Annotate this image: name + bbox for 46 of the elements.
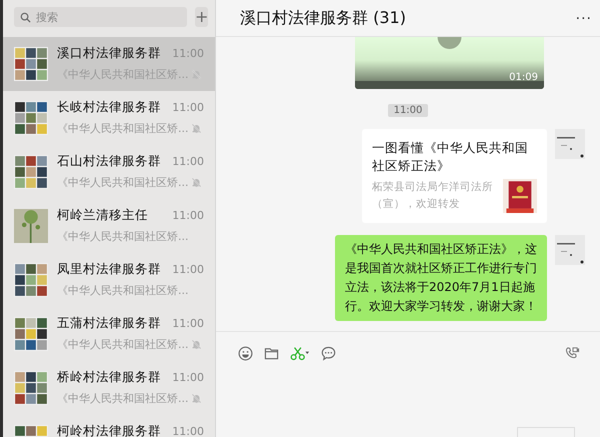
- search-bar[interactable]: 搜索: [14, 7, 187, 27]
- video-duration: 01:09: [509, 72, 538, 83]
- message-preview: 《中华人民共和国社区矫...: [57, 175, 188, 190]
- chat-list-item[interactable]: 石山村法律服务群 11:00 《中华人民共和国社区矫...: [3, 145, 215, 199]
- message-preview: 《中华人民共和国社区矫...: [57, 229, 188, 244]
- chat-time: 11:00: [172, 317, 204, 330]
- search-field[interactable]: 搜索: [36, 8, 181, 26]
- chat-name: 长岐村法律服务群: [57, 99, 161, 116]
- chat-time: 11:00: [172, 155, 204, 168]
- chat-list-item[interactable]: 柯岭兰清移主任 11:00 《中华人民共和国社区矫...: [3, 199, 215, 253]
- chat-time: 11:00: [172, 47, 204, 60]
- folder-icon[interactable]: [264, 346, 279, 360]
- message-preview: 《中华人民共和国社区矫...: [57, 337, 188, 352]
- chat-name: 溪口村法律服务群: [57, 45, 161, 62]
- chat-name: 石山村法律服务群: [57, 153, 161, 170]
- chat-time: 11:00: [172, 209, 204, 222]
- chat-title: 溪口村法律服务群 (31): [240, 8, 406, 28]
- emoji-icon[interactable]: [238, 346, 253, 360]
- timestamp: 11:00: [388, 104, 428, 117]
- add-button[interactable]: +: [195, 7, 208, 27]
- chat-time: 11:00: [172, 263, 204, 276]
- message-bubble: 《中华人民共和国社区矫正法》，这是我国首次就社区矫正工作进行专门立法，该法将于2020年7月1日起施行。欢迎大家学习转发，谢谢大家！: [335, 235, 547, 321]
- search-icon[interactable]: [20, 12, 31, 22]
- chat-list-item[interactable]: 凤里村法律服务群 11:00 《中华人民共和国社区矫...: [3, 253, 215, 307]
- link-title: 一图看懂《中华人民共和国社区矫正法》: [372, 139, 529, 175]
- message-preview: 《中华人民共和国社区矫...: [57, 391, 188, 406]
- message-preview: 《中华人民共和国社区矫...: [57, 283, 188, 298]
- chat-name: 五蒲村法律服务群: [57, 315, 161, 332]
- video-call-icon[interactable]: [565, 346, 580, 360]
- chat-list-item[interactable]: 桥岭村法律服务群 11:00 《中华人民共和国社区矫...: [3, 361, 215, 415]
- chat-bubble-icon[interactable]: [321, 346, 336, 360]
- link-card[interactable]: 一图看懂《中华人民共和国社区矫正法》 柘荣县司法局乍洋司法所（宣），欢迎转发: [362, 129, 547, 223]
- chat-name: 柯岭兰清移主任: [57, 207, 148, 224]
- chat-name: 凤里村法律服务群: [57, 261, 161, 278]
- message-preview: 《中华人民共和国社区矫...: [57, 121, 188, 136]
- chat-name: 桥岭村法律服务群: [57, 369, 161, 386]
- link-source: 柘荣县司法局乍洋司法所（宣），欢迎转发: [372, 180, 494, 212]
- chat-list-item[interactable]: 五蒲村法律服务群 11:00 《中华人民共和国社区矫...: [3, 307, 215, 361]
- chat-list-item[interactable]: 长岐村法律服务群 11:00 《中华人民共和国社区矫...: [3, 91, 215, 145]
- scissors-icon[interactable]: [290, 346, 310, 360]
- chat-time: 11:00: [172, 101, 204, 114]
- chat-time: 11:00: [172, 371, 204, 384]
- chat-time: 11:00: [172, 425, 204, 437]
- chat-list-item[interactable]: 柯岭村法律服务群 11:00: [3, 415, 215, 437]
- chat-name: 柯岭村法律服务群: [57, 423, 161, 437]
- more-button[interactable]: ...: [576, 7, 592, 29]
